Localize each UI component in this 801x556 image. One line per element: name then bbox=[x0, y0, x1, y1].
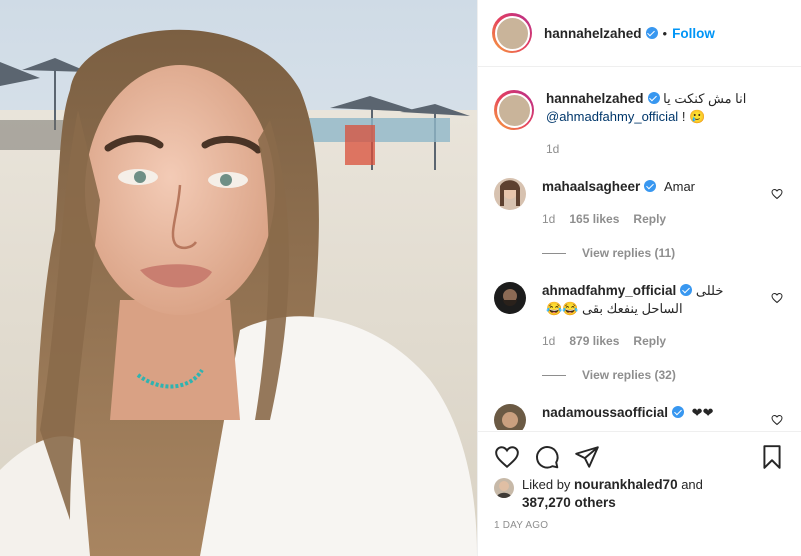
commenter-username[interactable]: nadamoussaofficial bbox=[542, 405, 668, 420]
comment-item: mahaalsagheer Amar 1d 165 likes Reply bbox=[494, 178, 785, 228]
comment-likes[interactable]: 879 likes bbox=[569, 332, 619, 350]
comment-text: ❤❤ bbox=[691, 405, 714, 420]
caption-text-end: ! 🥲 bbox=[678, 109, 706, 124]
comment-icon[interactable] bbox=[534, 444, 560, 470]
caption-author-avatar[interactable] bbox=[494, 90, 534, 130]
post-action-bar bbox=[478, 431, 801, 481]
separator-dot: • bbox=[662, 25, 668, 41]
comment-item: ahmadfahmy_official خللى الساحل ينفعك بق… bbox=[494, 282, 785, 350]
view-replies-button[interactable]: View replies (32) bbox=[542, 368, 785, 382]
verified-badge-icon bbox=[680, 284, 693, 296]
comment-time: 1d bbox=[542, 212, 556, 226]
bookmark-icon[interactable] bbox=[759, 444, 785, 470]
likes-count[interactable]: 387,270 others bbox=[522, 495, 616, 510]
heart-icon[interactable] bbox=[494, 444, 520, 470]
likes-middle: and bbox=[677, 477, 703, 492]
commenter-username[interactable]: ahmadfahmy_official bbox=[542, 283, 676, 298]
author-username[interactable]: hannahelzahed bbox=[544, 26, 642, 41]
comment-item: nadamoussaofficial ❤❤ bbox=[494, 404, 785, 430]
caption-text: انا مش كنكت يا bbox=[663, 91, 747, 106]
selfie-image bbox=[0, 0, 477, 556]
verified-badge-icon bbox=[645, 27, 658, 39]
reply-button[interactable]: Reply bbox=[633, 210, 666, 228]
comment-text: Amar bbox=[663, 179, 695, 194]
commenter-username[interactable]: mahaalsagheer bbox=[542, 179, 640, 194]
post-header: hannahelzahed • Follow bbox=[478, 0, 801, 67]
commenter-avatar[interactable] bbox=[494, 404, 526, 430]
like-comment-heart-icon[interactable] bbox=[771, 292, 783, 304]
commenter-avatar[interactable] bbox=[494, 178, 526, 210]
reply-button[interactable]: Reply bbox=[633, 332, 666, 350]
verified-badge-icon bbox=[647, 92, 660, 104]
likes-summary: Liked by nourankhaled70 and 387,270 othe… bbox=[494, 476, 785, 512]
commenter-avatar[interactable] bbox=[494, 282, 526, 314]
instagram-post: hannahelzahed • Follow hannahelzahed انا… bbox=[0, 0, 801, 556]
comment-likes[interactable]: 165 likes bbox=[569, 210, 619, 228]
author-avatar[interactable] bbox=[492, 13, 532, 53]
comment-time: 1d bbox=[542, 334, 556, 348]
likes-prefix: Liked by bbox=[522, 477, 575, 492]
view-replies-button[interactable]: View replies (11) bbox=[542, 246, 785, 260]
post-photo[interactable] bbox=[0, 0, 477, 556]
caption-mention-link[interactable]: @ahmadfahmy_official bbox=[546, 109, 678, 124]
follow-button[interactable]: Follow bbox=[672, 26, 715, 41]
comments-section[interactable]: hannahelzahed انا مش كنكت يا @ahmadfahmy… bbox=[478, 68, 801, 430]
verified-badge-icon bbox=[672, 406, 685, 418]
like-comment-heart-icon[interactable] bbox=[771, 414, 783, 426]
share-icon[interactable] bbox=[574, 444, 600, 470]
caption-username[interactable]: hannahelzahed bbox=[546, 91, 644, 106]
verified-badge-icon bbox=[644, 180, 657, 192]
caption-time: 1d bbox=[546, 142, 560, 156]
caption: hannahelzahed انا مش كنكت يا @ahmadfahmy… bbox=[494, 90, 785, 158]
liker-username[interactable]: nourankhaled70 bbox=[574, 477, 678, 492]
post-side-panel: hannahelzahed • Follow hannahelzahed انا… bbox=[477, 0, 801, 556]
post-timestamp[interactable]: 1 DAY AGO bbox=[494, 520, 548, 531]
liker-avatar[interactable] bbox=[494, 478, 514, 498]
like-comment-heart-icon[interactable] bbox=[771, 188, 783, 200]
